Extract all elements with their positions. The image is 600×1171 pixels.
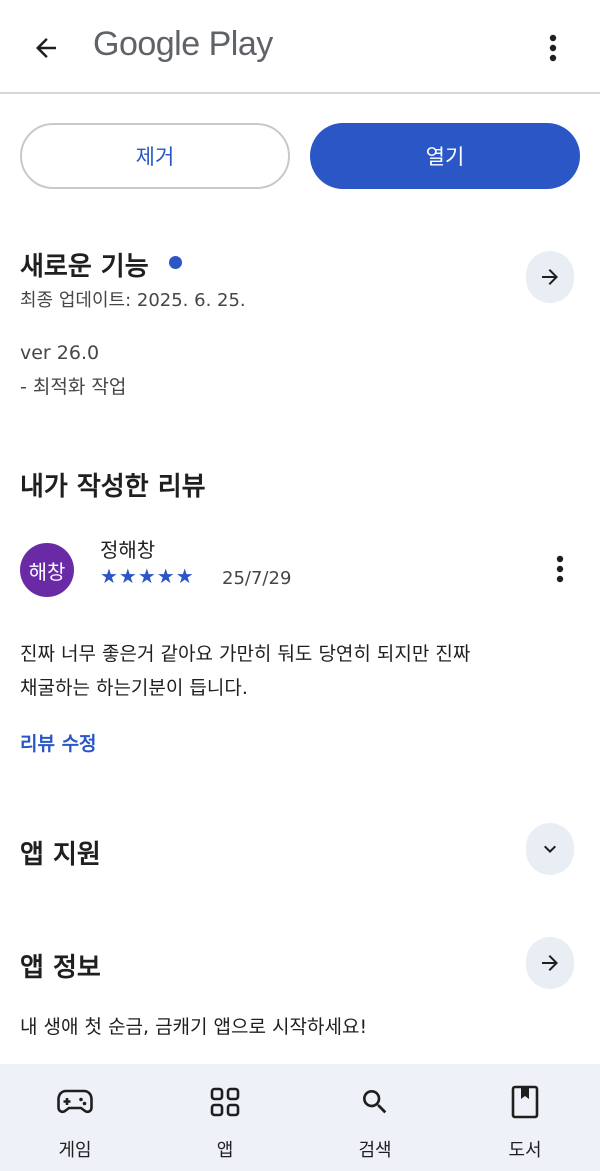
nav-item-apps[interactable]: 앱 (150, 1064, 300, 1171)
search-icon (355, 1084, 395, 1120)
more-vert-icon[interactable] (546, 552, 574, 586)
new-indicator-dot (169, 256, 182, 269)
whats-new-arrow-button[interactable] (526, 251, 574, 303)
about-app-arrow-button[interactable] (526, 937, 574, 989)
book-icon (505, 1084, 545, 1120)
nav-label-games: 게임 (58, 1140, 92, 1161)
edit-review-link[interactable]: 리뷰 수정 (20, 729, 97, 756)
star-rating: ★★★★★ (100, 564, 195, 588)
nav-item-games[interactable]: 게임 (0, 1064, 150, 1171)
more-vert-icon[interactable] (536, 28, 570, 68)
top-app-bar: Google Play (0, 0, 600, 94)
arrow-back-icon[interactable] (26, 28, 66, 68)
open-button[interactable]: 열기 (310, 123, 580, 189)
app-support-expand-button[interactable] (526, 823, 574, 875)
apps-grid-icon (205, 1084, 245, 1120)
review-date: 25/7/29 (222, 568, 292, 589)
about-app-title: 앱 정보 (20, 953, 101, 983)
app-description: 내 생애 첫 순금, 금캐기 앱으로 시작하세요! (20, 1016, 368, 1038)
gamepad-icon (55, 1084, 95, 1120)
nav-item-search[interactable]: 검색 (300, 1064, 450, 1171)
bottom-navigation: 게임 앱 검색 도서 (0, 1064, 600, 1171)
nav-label-search: 검색 (358, 1140, 392, 1161)
app-support-title[interactable]: 앱 지원 (20, 834, 101, 871)
whats-new-title: 새로운 기능 (20, 252, 149, 282)
uninstall-button[interactable]: 제거 (20, 123, 290, 189)
chevron-down-icon (544, 845, 556, 853)
nav-label-books: 도서 (508, 1140, 542, 1161)
arrow-forward-icon (542, 269, 558, 285)
arrow-forward-icon (542, 955, 558, 971)
version-text: ver 26.0 (20, 342, 100, 364)
review-text-line-1: 진짜 너무 좋은거 같아요 가만히 둬도 당연히 되지만 진짜 (20, 643, 471, 665)
avatar: 해창 (20, 543, 74, 597)
nav-label-apps: 앱 (216, 1140, 234, 1161)
google-play-logo: Google Play (93, 25, 273, 63)
last-updated-text: 최종 업데이트: 2025. 6. 25. (20, 290, 246, 311)
review-text-line-2: 채굴하는 하는기분이 듭니다. (20, 677, 248, 699)
reviewer-name: 정해창 (100, 538, 156, 562)
nav-item-books[interactable]: 도서 (450, 1064, 600, 1171)
release-notes: - 최적화 작업 (20, 376, 127, 398)
my-review-title: 내가 작성한 리뷰 (20, 472, 206, 502)
